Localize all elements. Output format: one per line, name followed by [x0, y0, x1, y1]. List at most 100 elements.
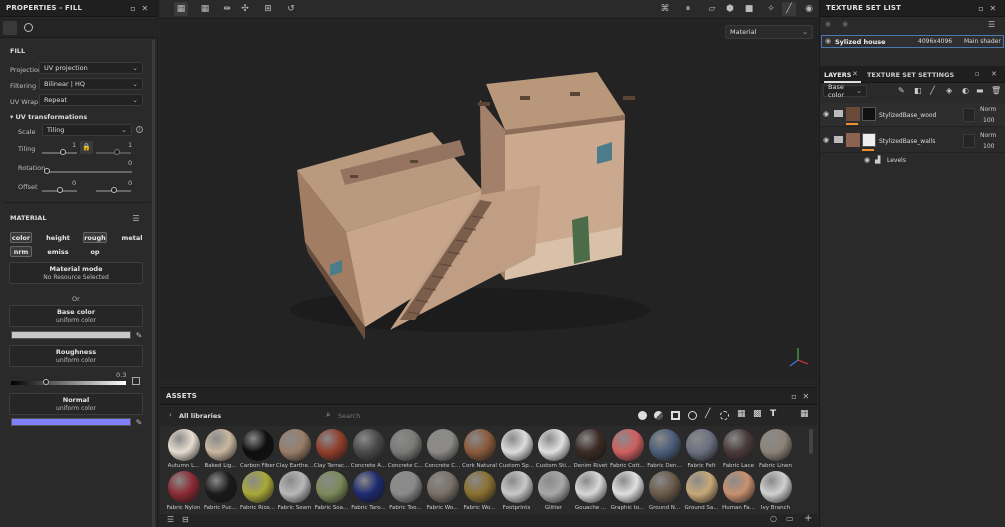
eye-icon[interactable]: ◉	[864, 156, 870, 164]
channel-height[interactable]: height	[45, 232, 71, 243]
float-icon[interactable]: ▫	[975, 2, 987, 14]
asset-item[interactable]: Autumn L...	[165, 429, 202, 469]
asset-item[interactable]: Ivy Branch	[757, 471, 794, 511]
particle-filter-icon[interactable]	[720, 411, 729, 420]
trash-icon[interactable]: 🗑	[991, 86, 1001, 95]
circle-icon[interactable]: ○	[770, 514, 777, 523]
channel-color[interactable]: color	[10, 232, 32, 243]
asset-item[interactable]: Carbon Fiber	[239, 429, 276, 469]
asset-item[interactable]: Graphic to...	[609, 471, 646, 511]
asset-item[interactable]: Fabric Nylon	[165, 471, 202, 511]
rotation-slider[interactable]	[44, 168, 132, 174]
base-color-box[interactable]: Base color uniform color	[9, 305, 143, 327]
channel-select[interactable]: Base color ⌄	[823, 83, 867, 99]
asset-item[interactable]: Denim Rivet	[572, 429, 609, 469]
procedural-filter-icon[interactable]	[688, 411, 697, 420]
close-icon[interactable]: ✕	[852, 70, 858, 78]
asset-item[interactable]: Fabric Wo...	[424, 471, 461, 511]
eye-icon[interactable]: ◉	[825, 20, 831, 28]
asset-item[interactable]: Fabric Puc...	[202, 471, 239, 511]
viewport-icon[interactable]: ▱	[705, 2, 719, 16]
tree-view-icon[interactable]: ⊟	[182, 515, 189, 524]
asset-item[interactable]: Footprints	[498, 471, 535, 511]
uvwrap-select[interactable]: Repeat ⌄	[39, 94, 143, 106]
anchor-icon[interactable]: ✣	[238, 2, 252, 16]
roughness-box[interactable]: Roughness uniform color	[9, 345, 143, 367]
symmetry-icon[interactable]: ⇹	[220, 2, 234, 16]
layer-blend[interactable]: Norm	[980, 132, 996, 139]
environment-filter-icon[interactable]: ▩	[753, 409, 762, 419]
float-icon[interactable]: ▫	[975, 70, 980, 78]
normal-swatch[interactable]	[11, 418, 131, 426]
channel-nrm[interactable]: nrm	[10, 246, 32, 257]
asset-item[interactable]: Fabric Rios...	[239, 471, 276, 511]
shelf-icon[interactable]: ✧	[764, 2, 778, 16]
close-icon[interactable]: ✕	[139, 2, 151, 14]
mask-filter-icon[interactable]	[671, 411, 680, 420]
layer-blend[interactable]: Norm	[980, 106, 996, 113]
uv-transformations-toggle[interactable]: ▾ UV transformations	[10, 113, 87, 121]
tiling-slider-1[interactable]	[42, 149, 77, 155]
add-icon[interactable]: +	[804, 513, 812, 524]
material-tab-icon[interactable]	[24, 23, 33, 32]
base-color-swatch[interactable]	[11, 331, 131, 339]
asset-item[interactable]: Glitter	[535, 471, 572, 511]
asset-item[interactable]: Fabric Seam	[276, 471, 313, 511]
lock-icon[interactable]: 🔒	[80, 141, 93, 154]
material-filter-icon[interactable]	[638, 411, 647, 420]
channel-metal[interactable]: metal	[120, 232, 144, 243]
search-input[interactable]	[338, 410, 628, 422]
effect-icon[interactable]: ✎	[898, 86, 905, 95]
channel-rough[interactable]: rough	[83, 232, 107, 243]
assets-scrollbar[interactable]	[809, 429, 813, 454]
settings-list-icon[interactable]: ☰	[130, 212, 142, 224]
tile-icon[interactable]: ▦	[198, 2, 212, 16]
asset-item[interactable]: Fabric Cott...	[609, 429, 646, 469]
scale-select[interactable]: Tiling ⌄	[42, 124, 132, 136]
asset-item[interactable]: Fabric Den...	[646, 429, 683, 469]
asset-item[interactable]: Fabric Wo...	[461, 471, 498, 511]
channel-emiss[interactable]: emiss	[45, 246, 71, 257]
grid-icon[interactable]: ▦	[174, 2, 188, 16]
history-icon[interactable]: ↺	[284, 2, 298, 16]
pause-icon[interactable]: ⏸	[681, 2, 695, 16]
chevron-right-icon[interactable]: ›	[169, 411, 172, 419]
brush-filter-icon[interactable]: ╱	[705, 409, 710, 419]
asset-item[interactable]: Custom Sti...	[535, 429, 572, 469]
asset-item[interactable]: Baked Lig...	[202, 429, 239, 469]
paint-layer-icon[interactable]: ╱	[930, 86, 935, 95]
viewport-3d[interactable]: Material ⌄	[160, 20, 818, 381]
properties-scrollbar[interactable]	[152, 40, 155, 527]
eyedropper-icon[interactable]: ✎	[133, 329, 145, 341]
asset-item[interactable]: Gouache ...	[572, 471, 609, 511]
channel-op[interactable]: op	[86, 246, 104, 257]
texture-filter-icon[interactable]: ▦	[737, 409, 746, 419]
eyedropper-icon[interactable]: ✎	[133, 416, 145, 428]
normal-box[interactable]: Normal uniform color	[9, 393, 143, 415]
layer-row-walls[interactable]: ◉ StylizedBase_walls Norm 100	[820, 129, 1005, 153]
asset-item[interactable]: Concrete A...	[350, 429, 387, 469]
asset-item[interactable]: Clay Earthe...	[276, 429, 313, 469]
float-icon[interactable]: ▫	[788, 390, 800, 402]
asset-item[interactable]: Ground N...	[646, 471, 683, 511]
view-grid-icon[interactable]: ▦	[800, 409, 809, 419]
asset-item[interactable]: Concrete C...	[424, 429, 461, 469]
close-icon[interactable]: ✕	[991, 70, 997, 78]
asset-item[interactable]: Custom Sp...	[498, 429, 535, 469]
shortcut-icon[interactable]: ⌘	[658, 2, 672, 16]
mask-icon[interactable]: ◧	[914, 86, 922, 95]
smart-material-filter-icon[interactable]	[654, 411, 663, 420]
eye-icon[interactable]: ◉	[823, 136, 829, 144]
texture-set-row[interactable]: ◉ Sylized house 4096x4096 Main shader	[821, 35, 1004, 48]
filter-row-levels[interactable]: ◉ ▟ Levels	[820, 153, 1005, 167]
asset-item[interactable]: Cork Natural	[461, 429, 498, 469]
library-settings-icon[interactable]: ☰	[167, 515, 174, 524]
filtering-select[interactable]: Bilinear | HQ ⌄	[39, 78, 143, 90]
fill-layer-icon[interactable]: ◈	[946, 86, 952, 95]
float-icon[interactable]: ▫	[127, 2, 139, 14]
all-libraries[interactable]: All libraries	[179, 412, 221, 420]
tab-texture-set-settings[interactable]: TEXTURE SET SETTINGS	[867, 71, 954, 79]
close-icon[interactable]: ✕	[800, 390, 812, 402]
projection-select[interactable]: UV projection ⌄	[39, 62, 143, 74]
asset-item[interactable]: Fabric Too...	[387, 471, 424, 511]
